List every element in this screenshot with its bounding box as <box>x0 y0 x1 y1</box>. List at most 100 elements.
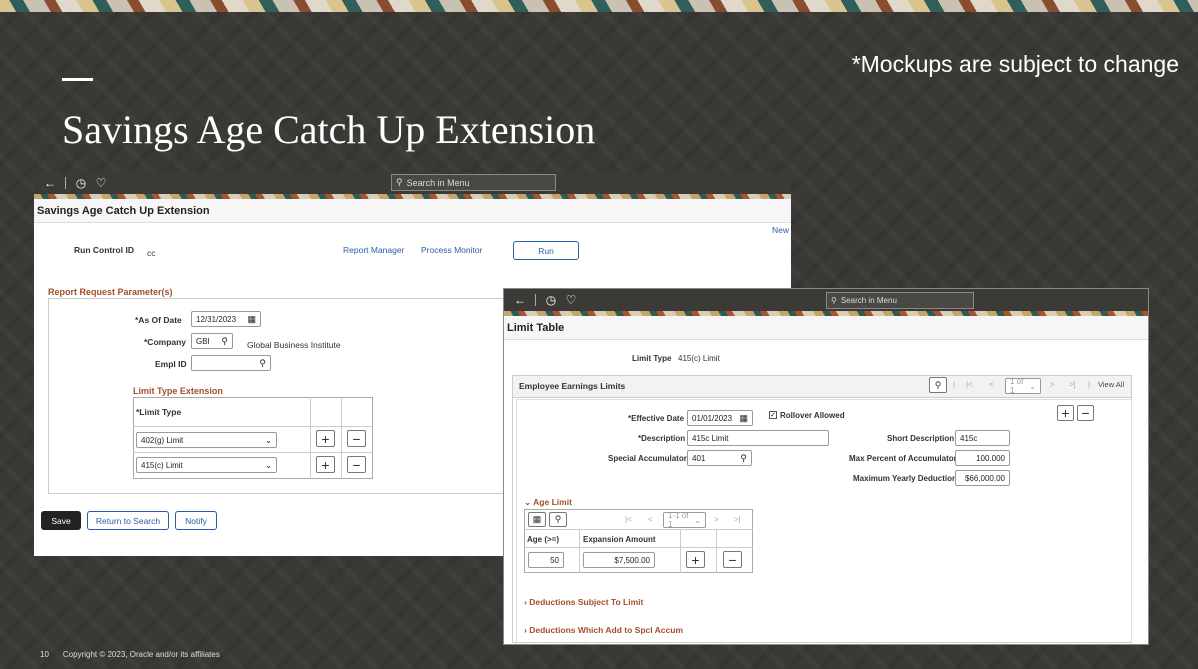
chevron-down-icon: ⌄ <box>1029 381 1036 391</box>
page-select[interactable]: 1 of 1 ⌄ <box>1005 377 1041 395</box>
deductions-subject-section[interactable]: › Deductions Subject To Limit <box>524 597 643 607</box>
limit-type-select[interactable]: 402(g) Limit ⌄ <box>136 432 277 448</box>
history-icon[interactable]: ◷ <box>71 173 91 193</box>
limit-type-value: 415(c) Limit <box>678 354 720 363</box>
max-yearly-field[interactable]: $66,000.00 <box>955 470 1010 486</box>
short-description-field[interactable]: 415c <box>955 430 1010 446</box>
chevron-down-icon: ⌄ <box>265 435 272 445</box>
grid-line <box>310 397 311 479</box>
grid-line <box>579 529 580 573</box>
lookup-icon[interactable]: ⚲ <box>221 336 228 347</box>
next-page-icon[interactable]: > <box>1050 380 1055 389</box>
back-arrow-icon[interactable]: ← <box>510 290 530 310</box>
history-icon[interactable]: ◷ <box>541 290 561 310</box>
last-page-icon[interactable]: >| <box>1069 380 1076 389</box>
next-page-icon[interactable]: > <box>714 515 719 524</box>
process-monitor-link[interactable]: Process Monitor <box>421 245 482 255</box>
description-field[interactable]: 415c Limit <box>687 430 829 446</box>
deductions-add-section[interactable]: › Deductions Which Add to Spcl Accum <box>524 625 683 635</box>
search-icon: ⚲ <box>396 177 403 187</box>
company-description: Global Business Institute <box>247 340 341 350</box>
view-all-link[interactable]: View All <box>1098 380 1124 389</box>
chevron-down-icon: ⌄ <box>524 497 534 507</box>
lookup-icon[interactable]: ⚲ <box>740 453 747 464</box>
add-row-button[interactable]: + <box>316 456 335 473</box>
age-limit-title[interactable]: ⌄ Age Limit <box>524 497 572 508</box>
as-of-date-label: *As Of Date <box>135 315 182 325</box>
separator: | <box>953 380 956 389</box>
lookup-icon[interactable]: ⚲ <box>259 358 266 369</box>
max-percent-value: 100.000 <box>976 453 1005 463</box>
prev-page-icon[interactable]: < <box>989 380 994 389</box>
delete-row-button[interactable]: − <box>347 456 366 473</box>
as-of-date-value: 12/31/2023 <box>196 314 237 324</box>
return-to-search-button[interactable]: Return to Search <box>87 511 169 530</box>
report-manager-link[interactable]: Report Manager <box>343 245 404 255</box>
rollover-checkbox[interactable]: ✓ <box>769 411 777 419</box>
page-value: 1 of 1 <box>1010 377 1024 395</box>
special-accumulator-field[interactable]: 401 ⚲ <box>687 450 752 466</box>
save-button[interactable]: Save <box>41 511 81 530</box>
first-page-icon[interactable]: |< <box>625 515 632 524</box>
new-link[interactable]: New <box>772 225 789 235</box>
params-section-title: Report Request Parameter(s) <box>48 287 173 297</box>
age-field[interactable]: 50 <box>528 552 564 568</box>
delete-row-button[interactable]: − <box>347 430 366 447</box>
search-icon: ⚲ <box>831 296 837 305</box>
deductions-subject-label: Deductions Subject To Limit <box>529 597 644 607</box>
add-row-button[interactable]: + <box>316 430 335 447</box>
calendar-icon[interactable]: ▦ <box>247 314 256 325</box>
as-of-date-field[interactable]: 12/31/2023 ▦ <box>191 311 261 327</box>
disclaimer: *Mockups are subject to change <box>851 51 1179 77</box>
max-percent-field[interactable]: 100.000 <box>955 450 1010 466</box>
grid-line <box>133 426 373 427</box>
separator <box>65 177 66 189</box>
run-button[interactable]: Run <box>513 241 579 260</box>
search-icon[interactable]: ⚲ <box>929 377 947 393</box>
search-input[interactable]: ⚲ Search in Menu <box>826 292 974 309</box>
page-title: Limit Table <box>504 316 1148 340</box>
first-page-icon[interactable]: |< <box>966 380 973 389</box>
effective-date-field[interactable]: 01/01/2023 ▦ <box>687 410 753 426</box>
notify-button[interactable]: Notify <box>175 511 217 530</box>
effective-date-label: *Effective Date <box>628 414 685 423</box>
copyright: Copyright © 2023, Oracle and/or its affi… <box>62 650 220 659</box>
max-yearly-label: Maximum Yearly Deduction <box>853 474 957 483</box>
accent-line <box>62 78 93 81</box>
toolbar: ← ◷ ♡ ⚲ Search in Menu <box>504 289 1148 311</box>
grid-line <box>341 397 342 479</box>
grid-line <box>524 547 753 548</box>
toolbar: ← ◷ ♡ ⚲ Search in Menu <box>34 172 791 194</box>
age-limit-label: Age Limit <box>533 497 572 507</box>
search-input[interactable]: ⚲ Search in Menu <box>391 174 556 191</box>
limit-ext-title: Limit Type Extension <box>133 386 223 396</box>
limit-type-select[interactable]: 415(c) Limit ⌄ <box>136 457 277 473</box>
prev-page-icon[interactable]: < <box>648 515 653 524</box>
search-icon[interactable]: ⚲ <box>549 512 567 527</box>
add-row-button[interactable]: + <box>686 551 705 568</box>
age-page-select[interactable]: 1-1 of 1 ⌄ <box>663 511 706 529</box>
chevron-down-icon: ⌄ <box>694 515 701 525</box>
grid-line <box>524 529 753 530</box>
special-accumulator-value: 401 <box>692 453 706 463</box>
empl-id-field[interactable]: ⚲ <box>191 355 271 371</box>
age-value: 50 <box>550 555 559 565</box>
favorite-heart-icon[interactable]: ♡ <box>561 290 581 310</box>
delete-row-button[interactable]: − <box>1077 405 1094 421</box>
limit-type-label: Limit Type <box>632 354 672 363</box>
calendar-icon[interactable]: ▦ <box>739 413 748 424</box>
description-value: 415c Limit <box>692 433 729 443</box>
favorite-heart-icon[interactable]: ♡ <box>91 173 111 193</box>
search-placeholder: Search in Menu <box>840 296 897 305</box>
back-arrow-icon[interactable]: ← <box>40 173 60 193</box>
company-field[interactable]: GBI ⚲ <box>191 333 233 349</box>
slide-title: Savings Age Catch Up Extension <box>62 107 596 152</box>
delete-row-button[interactable]: − <box>723 551 742 568</box>
chevron-down-icon: ⌄ <box>265 460 272 470</box>
last-page-icon[interactable]: >| <box>734 515 741 524</box>
limit-table-window: ← ◷ ♡ ⚲ Search in Menu Limit Table Limit… <box>503 288 1149 645</box>
grid-settings-icon[interactable]: ▦ <box>528 512 546 527</box>
add-row-button[interactable]: + <box>1057 405 1074 421</box>
expansion-amount-field[interactable]: $7,500.00 <box>583 552 655 568</box>
empl-id-label: Empl ID <box>155 359 187 369</box>
